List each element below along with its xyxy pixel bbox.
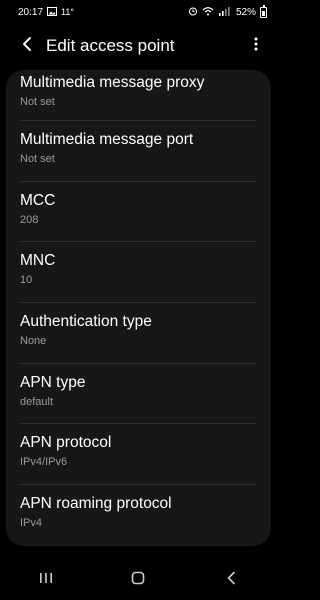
- setting-label: Multimedia message proxy: [20, 74, 205, 91]
- setting-value: 208: [20, 213, 39, 226]
- back-icon: [226, 571, 236, 590]
- nav-back-button[interactable]: [211, 565, 251, 595]
- setting-mcc[interactable]: MCC 208: [6, 180, 271, 242]
- battery-icon: [260, 4, 267, 18]
- home-button[interactable]: [118, 565, 158, 595]
- status-time: 20:17: [18, 6, 44, 18]
- settings-list: Multimedia message proxy Not set Multime…: [6, 70, 271, 545]
- setting-value: default: [20, 395, 54, 408]
- setting-label: MCC: [20, 191, 56, 209]
- more-vertical-icon: [254, 37, 258, 56]
- setting-label: APN roaming protocol: [20, 495, 172, 513]
- status-bar: 20:17 11° 52%: [0, 0, 277, 24]
- app-bar: Edit access point: [0, 24, 277, 68]
- setting-apn-protocol[interactable]: APN protocol IPv4/IPv6: [6, 423, 271, 484]
- setting-mnc[interactable]: MNC 10: [6, 241, 271, 302]
- wifi-icon: [202, 6, 214, 18]
- setting-value: None: [20, 335, 47, 348]
- recent-apps-icon: [39, 571, 53, 589]
- gallery-icon: [47, 6, 58, 18]
- chevron-left-icon: [21, 36, 33, 57]
- recent-apps-button[interactable]: [26, 565, 66, 595]
- setting-authentication-type[interactable]: Authentication type None: [6, 302, 271, 363]
- status-right: 52%: [188, 4, 267, 18]
- setting-label: APN type: [20, 373, 86, 391]
- settings-card: Multimedia message proxy Not set Multime…: [6, 70, 271, 546]
- setting-value: IPv4/IPv6: [20, 456, 68, 469]
- setting-apn-roaming-protocol[interactable]: APN roaming protocol IPv4: [6, 484, 271, 545]
- status-temperature: 11°: [61, 7, 74, 17]
- more-options-button[interactable]: [247, 37, 265, 56]
- setting-apn-type[interactable]: APN type default: [6, 362, 271, 424]
- setting-label: APN protocol: [20, 434, 112, 452]
- setting-mms-port[interactable]: Multimedia message port Not set: [6, 120, 271, 181]
- signal-icon: [218, 6, 230, 18]
- page-title: Edit access point: [46, 36, 175, 55]
- home-icon: [131, 571, 145, 590]
- navigation-bar: [0, 560, 277, 600]
- setting-value: IPv4: [20, 517, 43, 530]
- battery-percent: 52%: [235, 6, 256, 18]
- setting-label: MNC: [20, 252, 56, 270]
- setting-label: Multimedia message port: [20, 131, 194, 148]
- setting-mms-proxy[interactable]: Multimedia message proxy Not set: [6, 70, 271, 120]
- status-left: 20:17 11°: [18, 6, 74, 18]
- setting-label: Authentication type: [20, 313, 152, 331]
- setting-value: Not set: [20, 153, 55, 165]
- setting-value: 10: [20, 274, 33, 287]
- alarm-icon: [188, 6, 198, 18]
- setting-value: Not set: [20, 96, 55, 108]
- back-button[interactable]: [16, 35, 38, 57]
